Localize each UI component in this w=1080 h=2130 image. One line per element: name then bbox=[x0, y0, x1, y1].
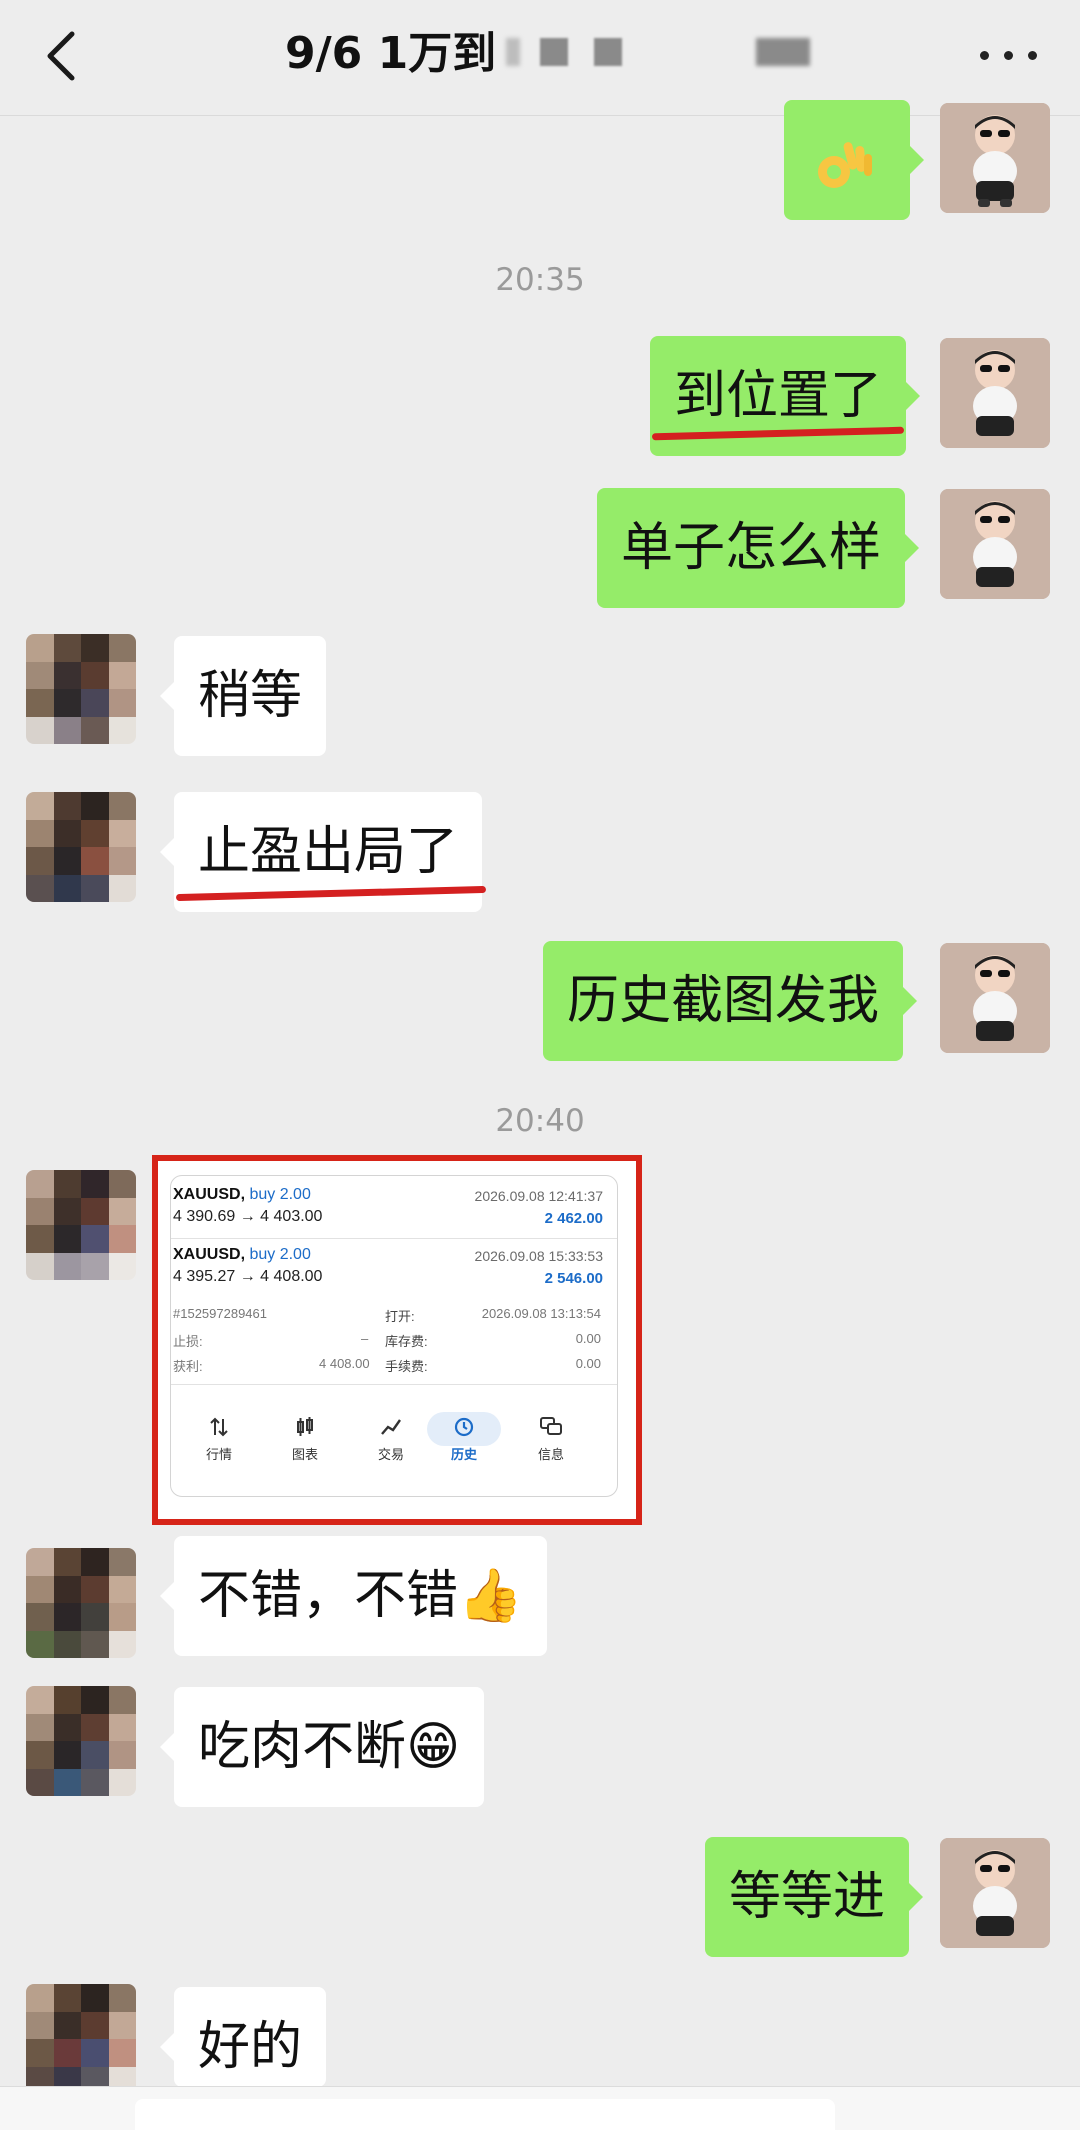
message-bubble-other[interactable]: 好的 bbox=[159, 1987, 327, 2087]
nav-history: 历史 bbox=[434, 1416, 494, 1463]
message-text: 单子怎么样 bbox=[621, 518, 882, 578]
candlestick-icon bbox=[297, 1417, 313, 1436]
redacted-mark bbox=[594, 38, 622, 66]
nav-trade: 交易 bbox=[361, 1416, 421, 1463]
trade-history-screenshot: XAUUSD, buy 2.00 4 390.69 → 4 403.00 202… bbox=[170, 1175, 618, 1497]
ok-hand-emoji-icon bbox=[818, 142, 872, 188]
nav-quotes: 行情 bbox=[189, 1416, 249, 1463]
message-text: 不错，不错👍 bbox=[198, 1566, 523, 1626]
message-text: 好的 bbox=[198, 2017, 303, 2077]
my-avatar[interactable] bbox=[940, 489, 1050, 599]
redacted-mark bbox=[756, 38, 810, 66]
message-text: 等等进 bbox=[729, 1867, 886, 1927]
history-clock-icon bbox=[454, 1417, 474, 1437]
more-dots-icon bbox=[980, 51, 989, 60]
redacted-mark bbox=[506, 38, 520, 66]
message-bubble-me[interactable]: 单子怎么样 bbox=[597, 488, 920, 608]
message-text: 吃肉不断😁 bbox=[198, 1717, 461, 1777]
message-bubble-other[interactable]: 吃肉不断😁 bbox=[159, 1687, 485, 1807]
chevron-left-icon bbox=[47, 31, 75, 81]
message-text: 历史截图发我 bbox=[567, 971, 880, 1031]
back-button[interactable] bbox=[40, 26, 100, 90]
nav-messages: 信息 bbox=[521, 1416, 581, 1463]
timestamp: 20:40 bbox=[495, 1103, 585, 1139]
contact-avatar[interactable] bbox=[26, 792, 136, 902]
message-bubble-me[interactable]: 历史截图发我 bbox=[543, 941, 918, 1061]
trade-row: XAUUSD, buy 2.00 4 390.69 → 4 403.00 202… bbox=[173, 1186, 603, 1227]
input-bar bbox=[0, 2086, 1080, 2130]
image-message[interactable]: XAUUSD, buy 2.00 4 390.69 → 4 403.00 202… bbox=[152, 1155, 642, 1525]
redacted-mark bbox=[540, 38, 568, 66]
ticket-number: #152597289461 bbox=[173, 1306, 267, 1321]
message-bubble-me[interactable] bbox=[784, 100, 924, 220]
arrows-updown-icon bbox=[210, 1417, 228, 1437]
my-avatar[interactable] bbox=[940, 103, 1050, 213]
trend-line-icon bbox=[381, 1419, 401, 1435]
message-text: 稍等 bbox=[198, 666, 303, 726]
message-bubble-other[interactable]: 不错，不错👍 bbox=[160, 1536, 547, 1656]
mt-bottom-nav: 行情 图表 交易 历史 信息 bbox=[171, 1412, 617, 1486]
my-avatar[interactable] bbox=[940, 1838, 1050, 1948]
contact-avatar[interactable] bbox=[26, 634, 136, 744]
message-bubble-other[interactable]: 稍等 bbox=[159, 636, 327, 756]
contact-avatar[interactable] bbox=[26, 1686, 136, 1796]
message-bubble-me[interactable]: 等等进 bbox=[705, 1837, 924, 1957]
chat-bubbles-icon bbox=[540, 1417, 562, 1435]
more-button[interactable] bbox=[980, 48, 1040, 64]
contact-avatar[interactable] bbox=[26, 1170, 136, 1280]
my-avatar[interactable] bbox=[940, 338, 1050, 448]
trade-row: XAUUSD, buy 2.00 4 395.27 → 4 408.00 202… bbox=[173, 1246, 603, 1287]
contact-avatar[interactable] bbox=[26, 1548, 136, 1658]
my-avatar[interactable] bbox=[940, 943, 1050, 1053]
nav-chart: 图表 bbox=[275, 1416, 335, 1463]
message-text: 到位置了 bbox=[674, 366, 883, 426]
contact-avatar[interactable] bbox=[26, 1984, 136, 2094]
message-input[interactable] bbox=[135, 2099, 835, 2130]
timestamp: 20:35 bbox=[495, 262, 585, 298]
chat-title: 9/6 1万到 bbox=[285, 28, 497, 79]
message-text: 止盈出局了 bbox=[198, 822, 459, 882]
chat-header: 9/6 1万到 bbox=[0, 0, 1080, 116]
